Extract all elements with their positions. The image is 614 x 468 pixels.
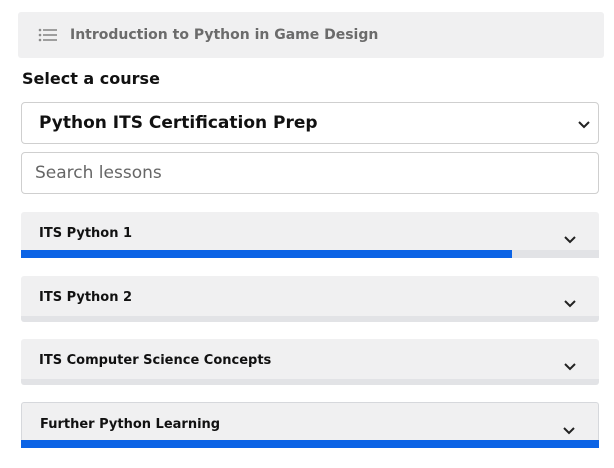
current-lesson-bar[interactable]: Introduction to Python in Game Design <box>18 12 604 58</box>
chevron-down-icon[interactable] <box>563 356 577 375</box>
progress-bar <box>21 250 599 258</box>
course-item-label: ITS Python 1 <box>39 226 133 241</box>
current-lesson-title: Introduction to Python in Game Design <box>70 27 379 43</box>
course-item-label: Further Python Learning <box>40 417 221 432</box>
course-item-label: ITS Python 2 <box>39 290 133 305</box>
progress-bar <box>21 440 599 448</box>
chevron-down-icon <box>577 114 591 133</box>
course-item-its-python-1[interactable]: ITS Python 1 <box>21 212 599 258</box>
search-input[interactable] <box>21 152 599 194</box>
course-item-its-python-2[interactable]: ITS Python 2 <box>21 276 599 322</box>
course-item-label: ITS Computer Science Concepts <box>39 353 272 368</box>
course-item-further-python[interactable]: Further Python Learning <box>21 402 599 448</box>
list-icon <box>38 28 58 42</box>
chevron-down-icon[interactable] <box>563 229 577 248</box>
course-select-value: Python ITS Certification Prep <box>39 113 318 133</box>
course-select[interactable]: Python ITS Certification Prep <box>21 102 599 144</box>
progress-fill <box>21 250 513 258</box>
course-item-cs-concepts[interactable]: ITS Computer Science Concepts <box>21 339 599 385</box>
progress-fill <box>21 440 599 448</box>
chevron-down-icon[interactable] <box>562 420 576 439</box>
select-course-label: Select a course <box>22 69 160 88</box>
chevron-down-icon[interactable] <box>563 293 577 312</box>
